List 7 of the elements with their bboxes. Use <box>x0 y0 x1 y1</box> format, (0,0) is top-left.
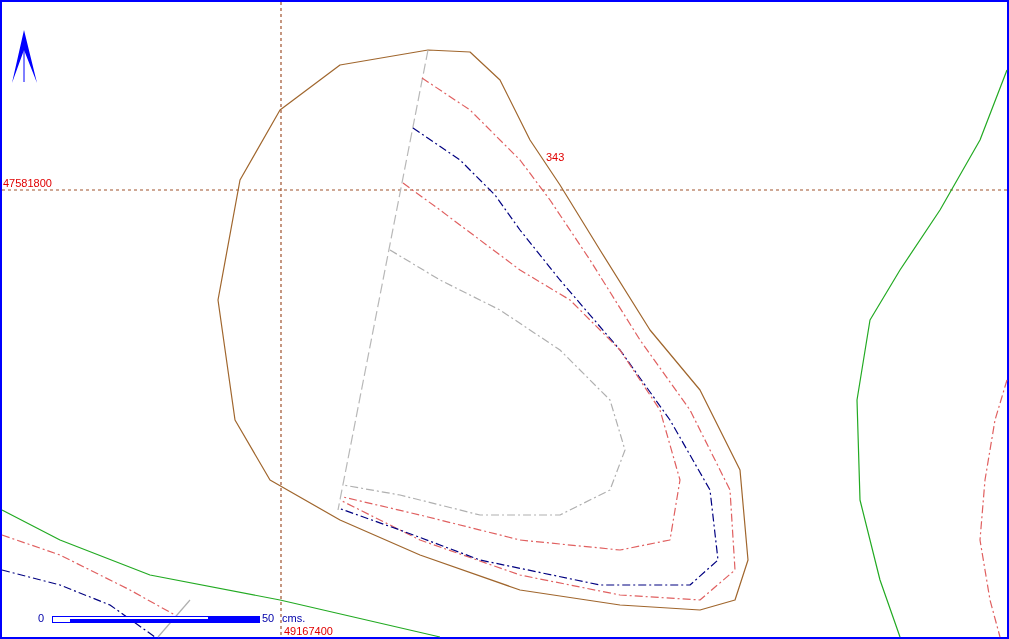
scale-label: 0 <box>38 612 45 624</box>
unit-label: cms. <box>282 612 306 624</box>
coordinate-label: 47581800 <box>3 177 52 189</box>
scale-label: 50 <box>262 612 275 624</box>
coordinate-label: 49167400 <box>284 625 333 637</box>
north-arrow-icon <box>12 30 37 83</box>
elevation-label: 343 <box>546 151 565 163</box>
